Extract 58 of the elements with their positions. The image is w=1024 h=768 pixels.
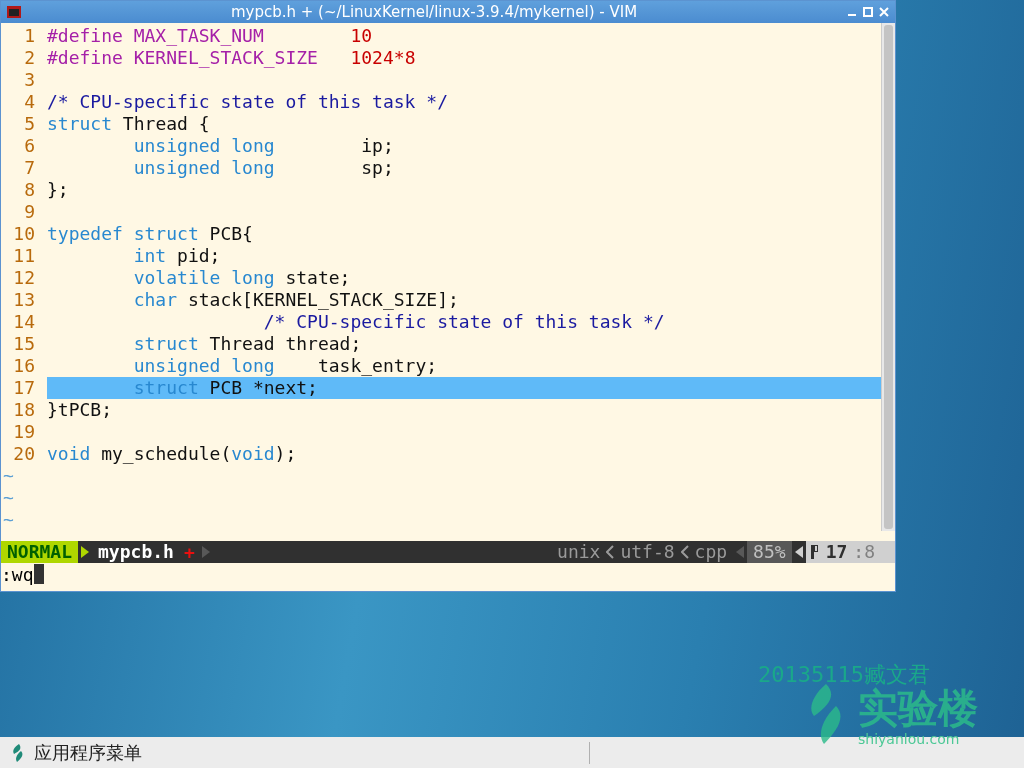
empty-line-marker: ~ [2, 487, 15, 509]
code-line: int pid; [132, 245, 222, 267]
line-number: 9 [23, 201, 36, 223]
line-number: 15 [12, 333, 36, 355]
mode-indicator: NORMAL [1, 541, 79, 563]
logo-text: 实验楼 [858, 688, 978, 728]
line-number: 6 [23, 135, 36, 157]
command-text: :wq [1, 563, 34, 585]
line-number: 7 [23, 157, 36, 179]
code-line: }; [47, 179, 70, 201]
code-line: }tPCB; [47, 399, 114, 421]
code-line: unsigned long ip; [132, 135, 395, 157]
code-line: unsigned long task_entry; [132, 355, 439, 377]
separator-arrow-icon [81, 546, 90, 558]
line-number: 18 [12, 399, 36, 421]
close-icon[interactable] [879, 7, 889, 17]
code-line: void my_schedule(void); [47, 443, 298, 465]
line-number: 8 [23, 179, 36, 201]
separator-arrow-icon [201, 546, 210, 558]
code-line: /* CPU-specific state of this task */ [47, 91, 449, 113]
code-line: char stack[KERNEL_STACK_SIZE]; [132, 289, 460, 311]
line-number: 17 [12, 377, 36, 399]
window-title: mypcb.h + (~/LinuxKernel/linux-3.9.4/mykernel) - VIM [229, 3, 639, 21]
code-line: struct Thread thread; [132, 333, 363, 355]
code-line: volatile long state; [132, 267, 352, 289]
code-line: struct Thread { [47, 113, 211, 135]
separator-arrow-icon [794, 546, 803, 558]
code-line: #define KERNEL_STACK_SIZE 1024*8 [47, 47, 417, 69]
empty-line-marker: ~ [2, 509, 15, 531]
line-number-icon [809, 544, 820, 560]
line-number: 13 [12, 289, 36, 311]
line-number: 16 [12, 355, 36, 377]
code-line: /* CPU-specific state of this task */ [262, 311, 666, 333]
empty-line-marker: ~ [2, 465, 15, 487]
line-number: 14 [12, 311, 36, 333]
maximize-icon[interactable] [863, 7, 873, 17]
code-line: unsigned long sp; [132, 157, 395, 179]
line-number: 12 [12, 267, 36, 289]
applications-menu-button[interactable]: 应用程序菜单 [34, 740, 142, 765]
line-number: 2 [23, 47, 36, 69]
line-number: 5 [23, 113, 36, 135]
code-line: #define MAX_TASK_NUM 10 [47, 25, 374, 47]
code-line: typedef struct PCB{ [47, 223, 254, 245]
modified-label: + [183, 541, 195, 563]
line-number: 10 [12, 223, 36, 245]
scroll-percent: 85% [747, 541, 792, 563]
terminal-icon [7, 6, 21, 18]
line-number: 19 [12, 421, 36, 443]
line-number: 11 [12, 245, 36, 267]
chevron-icon [680, 545, 689, 559]
leaf-logo-icon [12, 743, 24, 762]
line-number: 20 [12, 443, 36, 465]
separator-arrow-icon [736, 546, 745, 558]
chevron-icon [606, 545, 615, 559]
text-cursor [33, 564, 44, 584]
line-number: 1 [23, 25, 36, 47]
line-number: 3 [23, 69, 36, 91]
line-number: 4 [23, 91, 36, 113]
